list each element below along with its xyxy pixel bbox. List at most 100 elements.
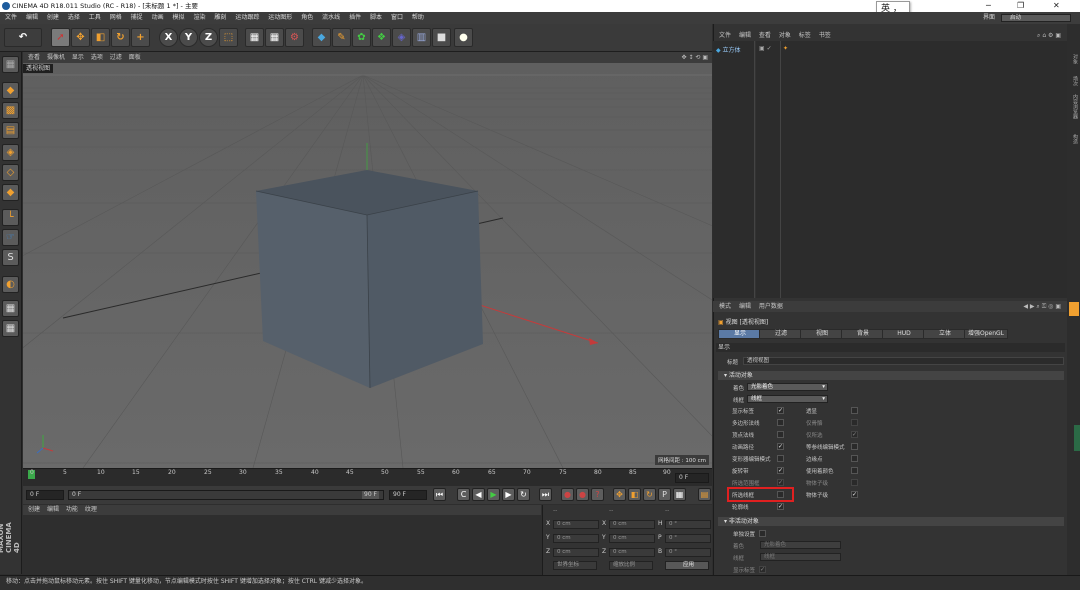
light-icon[interactable]: ● xyxy=(454,28,473,47)
object-tree[interactable]: ◆ 立方体 xyxy=(713,41,755,298)
visibility-toggle-icon[interactable]: ▣ ✓ xyxy=(759,45,772,52)
select-icon[interactable]: ➚ xyxy=(51,28,70,47)
inactive-wire-dropdown[interactable]: 线框 xyxy=(760,553,841,561)
opt-object-children-checkbox[interactable]: ✓ xyxy=(851,491,858,498)
menu-plugins[interactable]: 插件 xyxy=(349,14,361,21)
menu-sculpt[interactable]: 雕刻 xyxy=(214,14,226,21)
render-picture-viewer-icon[interactable]: ▦ xyxy=(265,28,284,47)
menu-create[interactable]: 创建 xyxy=(47,14,59,21)
opt-outline-checkbox[interactable]: ✓ xyxy=(777,503,784,510)
record-key-icon[interactable]: ● xyxy=(561,488,574,501)
current-frame-field[interactable]: 0 F xyxy=(675,473,709,483)
prev-frame-icon[interactable]: ◀ xyxy=(472,488,485,501)
rotation-p-field[interactable]: 0 ° xyxy=(665,534,711,543)
opt-isoparm-edit-checkbox[interactable] xyxy=(851,443,858,450)
menu-snap[interactable]: 捕捉 xyxy=(131,14,143,21)
rotation-b-field[interactable]: 0 ° xyxy=(665,548,711,557)
size-x-field[interactable]: 0 cm xyxy=(609,520,655,529)
edges-mode-icon[interactable]: ◇ xyxy=(2,164,19,181)
viewport-menu-panel[interactable]: 面板 xyxy=(129,54,141,61)
viewport-menu-filter[interactable]: 过滤 xyxy=(110,54,122,61)
opt-bones-only-checkbox[interactable] xyxy=(851,419,858,426)
end-frame-field[interactable]: 90 F xyxy=(389,490,427,500)
menu-motion-tracker[interactable]: 运动跟踪 xyxy=(235,14,259,21)
size-y-field[interactable]: 0 cm xyxy=(609,534,655,543)
timeline-ruler[interactable]: 0 5 10 15 20 25 30 35 40 45 50 55 60 65 … xyxy=(23,468,712,486)
menu-select[interactable]: 选择 xyxy=(68,14,80,21)
key-position-icon[interactable]: ✥ xyxy=(613,488,626,501)
obj-menu-file[interactable]: 文件 xyxy=(719,32,731,39)
material-menu-edit[interactable]: 编辑 xyxy=(47,506,59,513)
opt-selection-bbox-checkbox[interactable]: ✓ xyxy=(777,479,784,486)
rotate-icon[interactable]: ↻ xyxy=(111,28,130,47)
apply-button[interactable]: 应用 xyxy=(665,561,709,570)
inactive-object-section[interactable]: ▾ 非活动对象 xyxy=(718,517,1064,526)
tab-background[interactable]: 背景 xyxy=(841,329,885,339)
deformer-icon[interactable]: ◈ xyxy=(392,28,411,47)
viewport-menu-view[interactable]: 查看 xyxy=(28,54,40,61)
floor-icon[interactable]: ▥ xyxy=(412,28,431,47)
make-editable-icon[interactable]: ▦ xyxy=(2,56,19,73)
opt-selected-only-checkbox[interactable]: ✓ xyxy=(851,431,858,438)
timeline-window-icon[interactable]: ▤ xyxy=(698,488,711,501)
size-z-field[interactable]: 0 cm xyxy=(609,548,655,557)
camera-icon[interactable]: ■ xyxy=(432,28,451,47)
key-param-icon[interactable]: P xyxy=(658,488,671,501)
menu-render[interactable]: 渲染 xyxy=(193,14,205,21)
opt-edge-points-checkbox[interactable] xyxy=(851,455,858,462)
maximize-button[interactable]: ❐ xyxy=(1017,0,1024,12)
auto-key-icon[interactable]: ● xyxy=(576,488,589,501)
opt-polygon-normals-checkbox[interactable] xyxy=(777,419,784,426)
play-icon[interactable]: ▶ xyxy=(487,488,500,501)
obj-menu-tags[interactable]: 标签 xyxy=(799,32,811,39)
pen-icon[interactable]: ✎ xyxy=(332,28,351,47)
key-rotation-icon[interactable]: ↻ xyxy=(643,488,656,501)
perspective-viewport[interactable]: 网格间距 : 100 cm xyxy=(23,63,712,468)
obj-menu-edit[interactable]: 编辑 xyxy=(739,32,751,39)
menu-file[interactable]: 文件 xyxy=(5,14,17,21)
axis-mode-icon[interactable]: └ xyxy=(2,209,19,226)
add-icon[interactable]: + xyxy=(131,28,150,47)
y-axis-icon[interactable]: Y xyxy=(179,28,198,47)
attr-menu-userdata[interactable]: 用户数据 xyxy=(759,303,783,310)
menu-mograph[interactable]: 运动图形 xyxy=(268,14,292,21)
prev-key-icon[interactable]: C xyxy=(457,488,470,501)
lock-workplane-icon[interactable]: ▦ xyxy=(2,300,19,317)
phong-tag-icon[interactable]: ✦ xyxy=(783,45,788,52)
tab-stereo[interactable]: 立体 xyxy=(923,329,967,339)
menu-edit[interactable]: 编辑 xyxy=(26,14,38,21)
attr-menu-mode[interactable]: 模式 xyxy=(719,303,731,310)
workplane-icon[interactable]: ▤ xyxy=(2,122,19,139)
frame-range-slider[interactable]: 0 F 90 F xyxy=(68,490,384,500)
opt-animation-path-checkbox[interactable]: ✓ xyxy=(777,443,784,450)
vtab-objects[interactable]: 对象 xyxy=(1069,54,1079,64)
points-mode-icon[interactable]: ◈ xyxy=(2,144,19,161)
attr-menu-edit[interactable]: 编辑 xyxy=(739,303,751,310)
viewport-menu-cameras[interactable]: 摄像机 xyxy=(47,54,65,61)
goto-end-icon[interactable]: ⏭ xyxy=(539,488,552,501)
viewport-menu-display[interactable]: 显示 xyxy=(72,54,84,61)
keyframe-selection-icon[interactable]: ? xyxy=(591,488,604,501)
render-view-icon[interactable]: ▦ xyxy=(245,28,264,47)
scale-icon[interactable]: ◧ xyxy=(91,28,110,47)
goto-start-icon[interactable]: ⏮ xyxy=(433,488,446,501)
material-menu-create[interactable]: 创建 xyxy=(28,506,40,513)
minimize-button[interactable]: ─ xyxy=(986,0,991,12)
menu-simulate[interactable]: 模拟 xyxy=(173,14,185,21)
material-menu-function[interactable]: 功能 xyxy=(66,506,78,513)
coord-mode-select[interactable]: 世界坐标 xyxy=(553,561,597,570)
menu-script[interactable]: 脚本 xyxy=(370,14,382,21)
vtab-content-browser[interactable]: 内容浏览器 xyxy=(1069,94,1079,119)
opt-use-color-checkbox[interactable] xyxy=(851,467,858,474)
obj-menu-objects[interactable]: 对象 xyxy=(779,32,791,39)
opt-rotation-band-checkbox[interactable]: ✓ xyxy=(777,467,784,474)
cloner-icon[interactable]: ❖ xyxy=(372,28,391,47)
polygons-mode-icon[interactable]: ◆ xyxy=(2,184,19,201)
render-settings-icon[interactable]: ⚙ xyxy=(285,28,304,47)
object-row-cube[interactable]: ◆ 立方体 xyxy=(716,45,741,54)
tab-filter[interactable]: 过滤 xyxy=(759,329,803,339)
viewport-nav-icons[interactable]: ✥ ↕ ⟲ ▣ xyxy=(682,52,708,63)
menu-pipeline[interactable]: 流水线 xyxy=(322,14,340,21)
shading-dropdown[interactable]: 光影着色 ▾ xyxy=(747,383,828,391)
menu-tools[interactable]: 工具 xyxy=(89,14,101,21)
